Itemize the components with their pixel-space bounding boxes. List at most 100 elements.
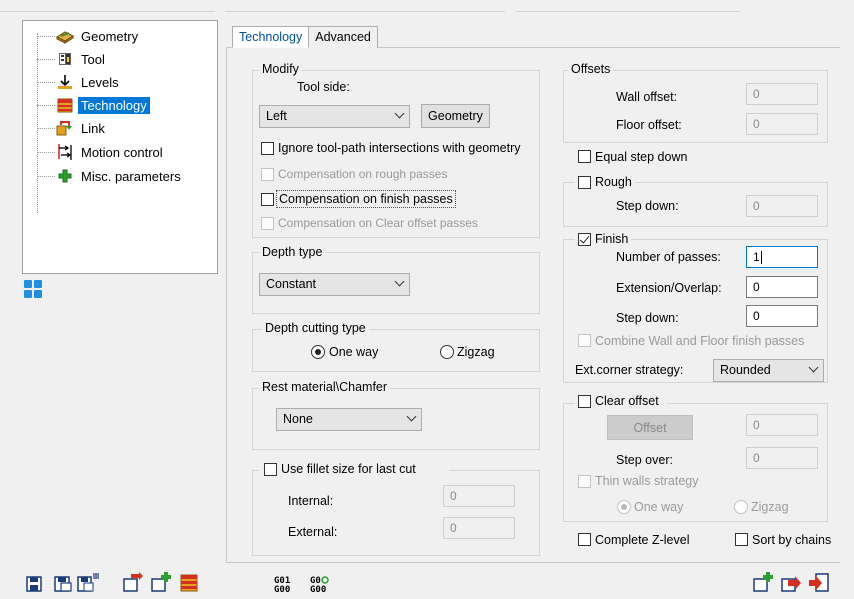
extension-field[interactable]: 0 (746, 276, 818, 298)
tab-advanced[interactable]: Advanced (309, 26, 378, 48)
external-field[interactable]: 0 (443, 517, 515, 539)
tree-item-label: Motion control (81, 144, 163, 160)
parameters-tree[interactable]: Geometry Tool Levels Technology Link Mot (22, 20, 218, 274)
chevron-down-icon (406, 411, 417, 422)
export-icon[interactable] (122, 571, 144, 593)
save-all-icon[interactable] (76, 571, 99, 593)
equal-step-checkbox[interactable] (578, 150, 591, 163)
comp-clear-label: Compensation on Clear offset passes (278, 216, 478, 230)
rough-step-label: Step down: (616, 199, 679, 213)
technology-toolbar-icon[interactable] (178, 571, 200, 593)
combine-checkbox[interactable] (578, 334, 591, 347)
depth-type-select[interactable]: Constant (259, 273, 410, 296)
exit-icon[interactable] (808, 571, 830, 593)
finish-checkbox[interactable] (578, 233, 591, 246)
fillet-group (252, 470, 540, 556)
thin-zigzag-radio[interactable] (734, 500, 748, 514)
passes-label: Number of passes: (616, 250, 721, 264)
comp-clear-checkbox[interactable] (261, 217, 274, 230)
tool-side-label: Tool side: (297, 80, 350, 94)
finish-step-field[interactable]: 0 (746, 305, 818, 327)
tree-item-label: Levels (81, 74, 119, 90)
levels-icon (55, 73, 75, 91)
fillet-label: Use fillet size for last cut (281, 462, 416, 476)
tree-item-label: Link (81, 120, 105, 136)
step-over-label: Step over: (616, 453, 673, 467)
depth-cutting-title: Depth cutting type (262, 321, 369, 335)
technology-icon (55, 96, 75, 114)
zigzag-label: Zigzag (457, 345, 495, 359)
finish-label: Finish (595, 232, 629, 246)
sort-chains-label: Sort by chains (752, 533, 832, 547)
tree-item-geometry[interactable]: Geometry (37, 25, 141, 47)
tree-item-motion-control[interactable]: Motion control (37, 141, 166, 163)
chevron-down-icon (808, 362, 819, 373)
thin-one-way-radio[interactable] (617, 500, 631, 514)
equal-step-label: Equal step down (595, 150, 688, 164)
link-icon (55, 119, 75, 137)
gcode-g00-icon[interactable]: G0 G00 (310, 573, 329, 595)
rest-material-title: Rest material\Chamfer (259, 380, 391, 394)
one-way-label: One way (329, 345, 379, 359)
internal-field[interactable]: 0 (443, 485, 515, 507)
wall-offset-label: Wall offset: (616, 90, 678, 104)
clear-offset-field[interactable]: 0 (746, 414, 818, 436)
rough-step-field[interactable]: 0 (746, 195, 818, 217)
rough-checkbox[interactable] (578, 176, 591, 189)
top-strip (0, 0, 854, 14)
comp-rough-checkbox[interactable] (261, 168, 274, 181)
geometry-icon (55, 27, 75, 45)
modify-group-title: Modify (259, 62, 302, 76)
thin-zigzag-label: Zigzag (751, 500, 789, 514)
gcode-gear-icon (321, 575, 329, 584)
ignore-intersections-checkbox[interactable] (261, 142, 274, 155)
new-from-icon[interactable] (752, 571, 774, 593)
tab-technology[interactable]: Technology (232, 26, 310, 48)
rest-material-select[interactable]: None (276, 408, 422, 431)
thin-walls-checkbox[interactable] (578, 475, 591, 488)
gcode-g01-icon[interactable]: G01 G00 (274, 577, 290, 595)
comp-finish-checkbox[interactable] (261, 193, 274, 206)
grid-view-icon[interactable] (24, 280, 42, 298)
tree-item-link[interactable]: Link (37, 117, 108, 139)
clear-offset-label: Clear offset (595, 394, 659, 408)
save-icon[interactable] (24, 571, 46, 593)
geometry-button[interactable]: Geometry (421, 104, 490, 128)
apply-icon[interactable] (780, 571, 802, 593)
corner-strategy-select[interactable]: Rounded (713, 359, 824, 382)
zigzag-radio[interactable] (440, 345, 454, 359)
passes-field[interactable]: 1 (746, 246, 818, 268)
extension-label: Extension/Overlap: (616, 281, 722, 295)
wall-offset-field[interactable]: 0 (746, 83, 818, 105)
floor-offset-field[interactable]: 0 (746, 113, 818, 135)
comp-finish-label: Compensation on finish passes (276, 190, 456, 208)
tool-icon (55, 50, 75, 68)
fillet-checkbox[interactable] (264, 463, 277, 476)
tree-item-misc-parameters[interactable]: Misc. parameters (37, 165, 184, 187)
chevron-down-icon (394, 108, 405, 119)
tree-item-technology[interactable]: Technology (37, 94, 150, 116)
ignore-intersections-label: Ignore tool-path intersections with geom… (278, 141, 521, 155)
tool-side-select[interactable]: Left (259, 105, 410, 128)
tree-item-tool[interactable]: Tool (37, 48, 108, 70)
finish-step-label: Step down: (616, 311, 679, 325)
offset-button[interactable]: Offset (607, 415, 693, 440)
tree-item-levels[interactable]: Levels (37, 71, 122, 93)
chevron-down-icon (394, 276, 405, 287)
tree-item-label: Misc. parameters (81, 168, 181, 184)
rough-label: Rough (595, 175, 632, 189)
gcode-g00-bottom: G00 (310, 585, 327, 595)
complete-z-checkbox[interactable] (578, 533, 591, 546)
step-over-field[interactable]: 0 (746, 447, 818, 469)
tree-item-label: Geometry (81, 28, 139, 44)
depth-cutting-group (252, 329, 540, 372)
one-way-radio[interactable] (311, 345, 325, 359)
add-icon[interactable] (150, 571, 172, 593)
tree-item-label: Technology (78, 96, 150, 114)
motion-control-icon (55, 143, 75, 161)
clear-offset-checkbox[interactable] (578, 395, 591, 408)
tree-item-label: Tool (81, 51, 105, 67)
sort-chains-checkbox[interactable] (735, 533, 748, 546)
complete-z-label: Complete Z-level (595, 533, 690, 547)
save-as-icon[interactable] (52, 571, 74, 593)
